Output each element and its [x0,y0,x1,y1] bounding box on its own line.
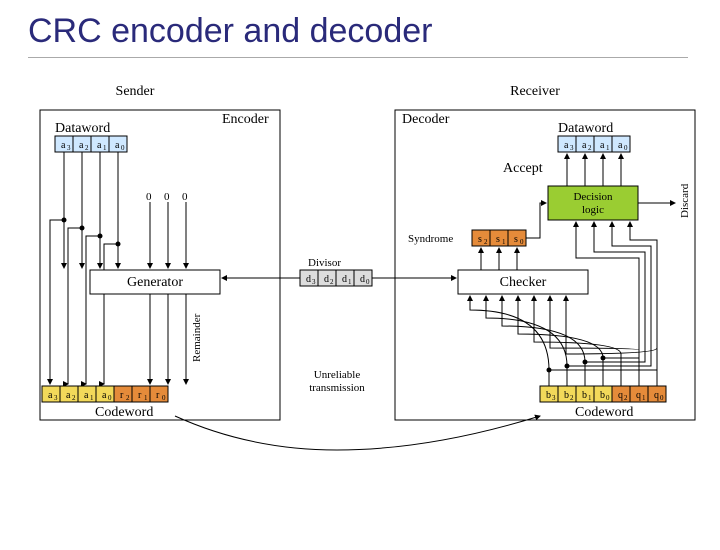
page-title: CRC encoder and decoder [28,12,688,58]
svg-text:3: 3 [570,144,574,152]
svg-text:0: 0 [108,394,112,402]
svg-text:a: a [79,140,84,151]
svg-text:a: a [48,390,53,401]
transmission-l2: transmission [309,382,365,394]
svg-text:a: a [66,390,71,401]
svg-text:0: 0 [624,144,628,152]
discard-label: Discard [679,183,691,218]
sender-codeword-label: Codeword [95,405,153,420]
syndrome-bits: s2s1s0 [472,230,526,246]
transmission-l1: Unreliable [314,369,361,381]
svg-text:0: 0 [520,238,524,246]
remainder-label: Remainder [191,313,203,362]
sender-wires-top [50,152,186,384]
divisor-bits: d3d2d1d0 [300,270,372,286]
sender-label: Sender [116,84,155,99]
receiver-dataword: a3a2a1a0 [558,136,630,152]
svg-text:2: 2 [570,394,574,402]
syndrome-label: Syndrome [408,233,453,245]
svg-text:0: 0 [121,144,125,152]
svg-text:q: q [636,390,641,401]
sender-remainder-wires [150,294,186,384]
svg-text:1: 1 [588,394,592,402]
checker-label: Checker [500,275,547,290]
svg-text:a: a [582,140,587,151]
svg-text:0: 0 [146,191,152,203]
svg-text:a: a [102,390,107,401]
svg-text:3: 3 [312,278,316,286]
sender-codeword: a3a2a1a0r2r1r0 [42,386,168,402]
wire-syndrome-to-decision [526,203,546,238]
svg-text:1: 1 [642,394,646,402]
svg-text:d: d [342,274,347,285]
svg-text:q: q [654,390,659,401]
sender-dataword-label: Dataword [55,121,110,136]
decoder-panel [395,110,695,420]
svg-text:b: b [600,390,605,401]
svg-text:3: 3 [67,144,71,152]
svg-text:q: q [618,390,623,401]
svg-text:a: a [84,390,89,401]
svg-text:b: b [564,390,569,401]
svg-text:a: a [618,140,623,151]
accept-wires [567,154,621,186]
generator-label: Generator [127,275,183,290]
svg-text:3: 3 [54,394,58,402]
encoder-label: Encoder [222,112,269,127]
crc-diagram: Sender Receiver Encoder Decoder Dataword… [0,70,720,550]
svg-text:b: b [546,390,551,401]
encoder-panel [40,110,280,420]
receiver-dataword-label: Dataword [558,121,613,136]
svg-text:3: 3 [552,394,556,402]
svg-text:a: a [564,140,569,151]
svg-text:s: s [514,234,518,245]
svg-text:0: 0 [606,394,610,402]
svg-text:2: 2 [330,278,334,286]
svg-text:d: d [360,274,365,285]
svg-text:b: b [582,390,587,401]
zeros: 000 [146,191,188,203]
accept-label: Accept [503,161,543,176]
svg-text:1: 1 [348,278,352,286]
svg-text:a: a [97,140,102,151]
decision-l1: Decision [573,191,613,203]
svg-text:2: 2 [588,144,592,152]
svg-text:2: 2 [72,394,76,402]
svg-text:1: 1 [502,238,506,246]
svg-text:0: 0 [660,394,664,402]
svg-text:2: 2 [484,238,488,246]
svg-text:1: 1 [103,144,107,152]
svg-text:1: 1 [144,394,148,402]
svg-text:0: 0 [164,191,170,203]
svg-text:a: a [115,140,120,151]
svg-text:s: s [478,234,482,245]
svg-text:a: a [600,140,605,151]
receiver-bottom-wires [470,222,657,386]
transmission-arc [175,416,540,450]
svg-text:2: 2 [624,394,628,402]
svg-text:d: d [324,274,329,285]
svg-text:0: 0 [366,278,370,286]
sender-dataword: a3a2a1a0 [55,136,127,152]
divisor-label: Divisor [308,257,341,269]
svg-text:1: 1 [606,144,610,152]
svg-text:d: d [306,274,311,285]
svg-text:0: 0 [182,191,188,203]
decision-l2: logic [582,204,604,216]
receiver-label: Receiver [510,84,560,99]
svg-text:0: 0 [162,394,166,402]
decoder-label: Decoder [402,112,450,127]
receiver-codeword: b3b2b1b0q2q1q0 [540,386,666,402]
svg-text:2: 2 [126,394,130,402]
svg-text:2: 2 [85,144,89,152]
svg-text:1: 1 [90,394,94,402]
svg-text:s: s [496,234,500,245]
receiver-codeword-label: Codeword [575,405,633,420]
svg-text:a: a [61,140,66,151]
